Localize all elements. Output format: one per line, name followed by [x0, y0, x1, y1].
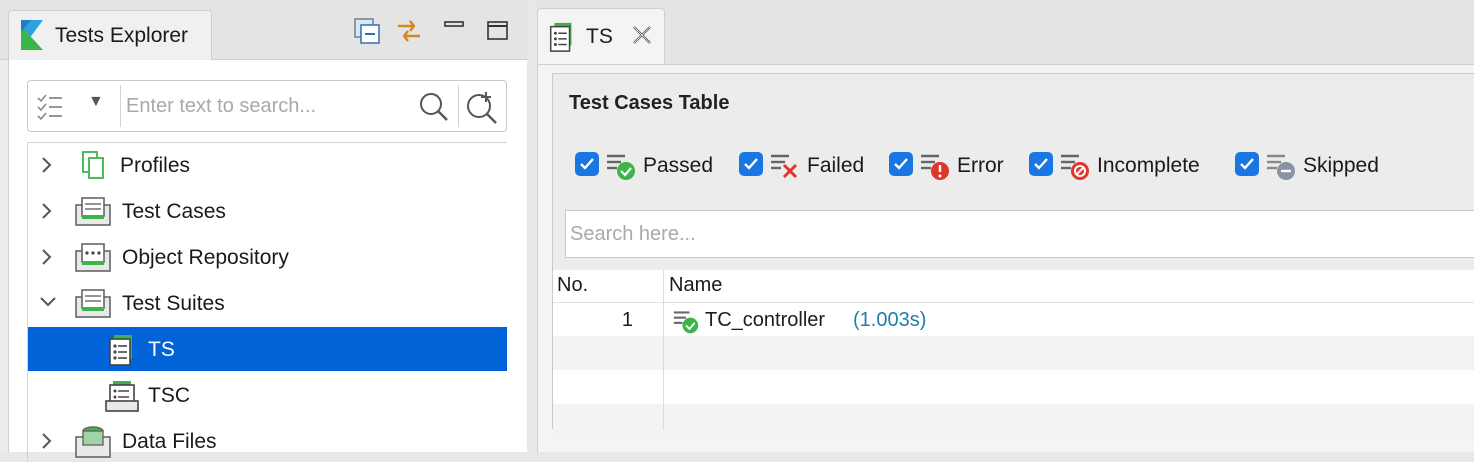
incomplete-checkbox[interactable] [1029, 152, 1053, 176]
filter-list-icon[interactable] [36, 92, 66, 122]
tree-item-label: TSC [148, 384, 190, 407]
tree-item-label: TS [148, 338, 175, 361]
skipped-checkbox[interactable] [1235, 152, 1259, 176]
test-suites-folder-icon [75, 289, 111, 318]
test-suite-editor: Test Cases Table Passed Failed Error Inc… [537, 64, 1474, 452]
collapse-all-icon[interactable] [352, 16, 382, 46]
filter-label: Error [957, 154, 1004, 177]
test-suite-collection-icon [105, 381, 139, 412]
search-icon[interactable] [418, 91, 450, 123]
failed-status-icon [771, 154, 798, 179]
tests-explorer-tab[interactable]: Tests Explorer [8, 10, 212, 60]
test-suite-icon [549, 22, 572, 52]
incomplete-status-icon [1061, 154, 1089, 180]
divider [458, 85, 459, 127]
tree-item-label: Profiles [120, 154, 191, 177]
minimize-icon[interactable] [440, 16, 470, 46]
passed-status-icon [673, 311, 699, 334]
section-title: Test Cases Table [569, 92, 730, 114]
test-cases-table: No. Name 1 TC_controller (1.003s) [553, 270, 1474, 438]
filter-dropdown-icon[interactable]: ▼ [88, 93, 104, 111]
object-repository-folder-icon [75, 243, 111, 272]
katalon-logo-icon [21, 20, 43, 50]
table-row [553, 370, 1474, 404]
tree-item-object-repository[interactable]: Object Repository [28, 235, 507, 279]
data-files-folder-icon [75, 426, 111, 458]
check-icon [744, 158, 758, 170]
editor-tab-label: TS [586, 25, 613, 48]
chevron-right-icon[interactable] [40, 201, 54, 221]
skipped-status-icon [1267, 154, 1295, 180]
error-checkbox[interactable] [889, 152, 913, 176]
error-status-icon [921, 154, 949, 180]
check-icon [580, 158, 594, 170]
test-case-duration: (1.003s) [853, 309, 927, 331]
tree-item-test-cases[interactable]: Test Cases [28, 189, 507, 233]
filter-label: Failed [807, 154, 865, 177]
filter-label: Passed [643, 154, 714, 177]
explorer-tree: Profiles Test Cases Object Repository Te… [27, 142, 507, 462]
left-tab-bar: Tests Explorer [0, 0, 527, 60]
passed-checkbox[interactable] [575, 152, 599, 176]
column-separator[interactable] [663, 270, 664, 430]
divider [120, 85, 121, 127]
tree-item-profiles[interactable]: Profiles [28, 143, 507, 187]
chevron-right-icon[interactable] [40, 431, 54, 451]
profiles-icon [82, 151, 104, 179]
column-header-no[interactable]: No. [557, 270, 588, 302]
table-search-box [565, 210, 1474, 258]
failed-checkbox[interactable] [739, 152, 763, 176]
column-header-name[interactable]: Name [669, 270, 722, 302]
filter-label: Incomplete [1097, 154, 1200, 177]
test-suite-icon [109, 335, 132, 366]
maximize-icon[interactable] [484, 16, 514, 46]
filter-label: Skipped [1303, 154, 1379, 177]
table-row[interactable]: 1 TC_controller (1.003s) [553, 302, 1474, 336]
explorer-search-bar: ▼ [27, 80, 507, 132]
tree-item-label: Test Suites [122, 292, 225, 315]
check-icon [894, 158, 908, 170]
tests-explorer-title: Tests Explorer [55, 24, 189, 47]
test-cases-folder-icon [75, 197, 111, 226]
tree-item-data-files[interactable]: Data Files [28, 419, 507, 462]
editor-area: TS Test Cases Table Passed Failed Error … [537, 0, 1474, 452]
passed-status-icon [607, 154, 635, 180]
tests-explorer-body: ▼ Profiles [8, 60, 527, 462]
tree-item-label: Data Files [122, 430, 217, 453]
editor-tab-ts[interactable]: TS [537, 8, 665, 64]
tree-item-label: Object Repository [122, 246, 289, 269]
table-row [553, 336, 1474, 370]
advanced-search-icon[interactable] [464, 89, 500, 125]
tree-item-label: Test Cases [122, 200, 226, 223]
check-icon [1240, 158, 1254, 170]
link-with-editor-icon[interactable] [394, 16, 424, 46]
test-case-name: TC_controller [705, 309, 826, 331]
explorer-search-input[interactable] [126, 87, 416, 125]
check-icon [1034, 158, 1048, 170]
chevron-down-icon[interactable] [38, 295, 58, 309]
tree-item-tsc[interactable]: TSC [28, 373, 507, 417]
table-search-input[interactable] [570, 217, 1450, 251]
chevron-right-icon[interactable] [40, 247, 54, 267]
tree-item-test-suites[interactable]: Test Suites [28, 281, 507, 325]
chevron-right-icon[interactable] [40, 155, 54, 175]
tests-explorer-panel: Tests Explorer ▼ Enter text to search...… [0, 0, 527, 462]
close-icon[interactable] [630, 23, 654, 47]
tree-item-ts[interactable]: TS [28, 327, 507, 371]
test-cases-section: Test Cases Table Passed Failed Error Inc… [552, 73, 1474, 438]
row-number: 1 [621, 309, 633, 331]
table-row [553, 404, 1474, 438]
